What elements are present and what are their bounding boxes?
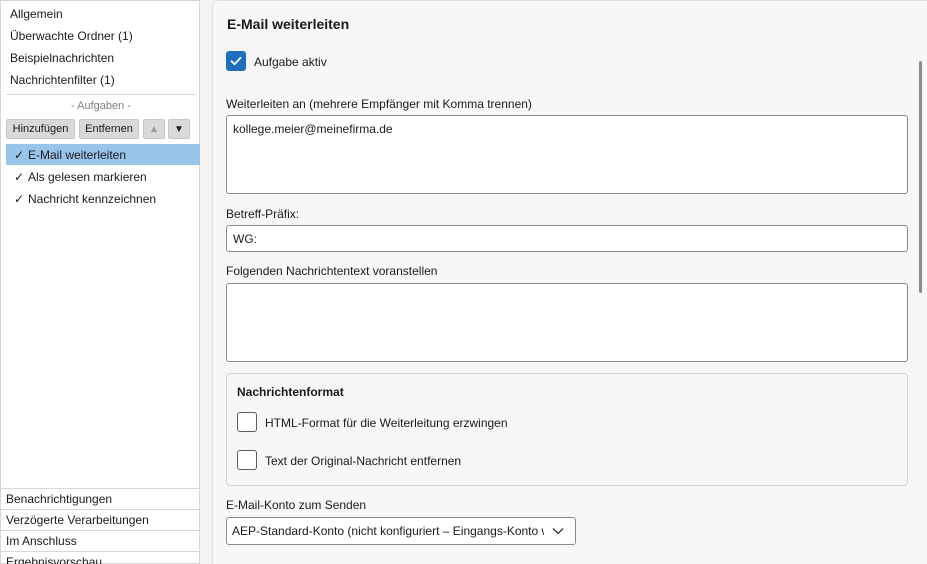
page-title: E-Mail weiterleiten <box>227 16 350 32</box>
task-active-checkbox[interactable] <box>226 51 246 71</box>
sidebar: Allgemein Überwachte Ordner (1) Beispiel… <box>0 0 200 564</box>
add-task-button[interactable]: Hinzufügen <box>6 119 75 139</box>
send-account-label: E-Mail-Konto zum Senden <box>226 498 367 512</box>
nav-item-message-filters[interactable]: Nachrichtenfilter (1) <box>10 73 115 87</box>
nav-item-afterwards[interactable]: Im Anschluss <box>1 530 199 551</box>
checkmark-icon: ✓ <box>14 191 25 206</box>
arrow-up-icon: ▲ <box>149 123 159 135</box>
arrow-down-icon: ▼ <box>174 123 184 135</box>
vertical-scrollbar[interactable] <box>919 61 922 293</box>
section-divider <box>6 94 196 95</box>
task-item-label: Als gelesen markieren <box>28 169 147 184</box>
message-format-group: Nachrichtenformat HTML-Format für die We… <box>226 373 908 486</box>
move-up-button[interactable]: ▲ <box>143 119 165 139</box>
send-account-value: AEP-Standard-Konto (nicht konfiguriert –… <box>232 524 544 538</box>
remove-original-label: Text der Original-Nachricht entfernen <box>265 454 462 468</box>
nav-item-allgemein[interactable]: Allgemein <box>10 7 63 21</box>
forward-to-label: Weiterleiten an (mehrere Empfänger mit K… <box>226 97 532 111</box>
move-down-button[interactable]: ▼ <box>168 119 190 139</box>
prepend-text-label: Folgenden Nachrichtentext voranstellen <box>226 264 438 278</box>
force-html-label: HTML-Format für die Weiterleitung erzwin… <box>265 416 508 430</box>
checkmark-icon: ✓ <box>14 169 25 184</box>
task-item-label: E-Mail weiterleiten <box>28 147 127 162</box>
message-format-title: Nachrichtenformat <box>237 385 344 399</box>
remove-original-checkbox[interactable] <box>237 450 257 470</box>
chevron-down-icon <box>552 528 564 535</box>
tasks-section-label: - Aufgaben - <box>71 100 131 112</box>
remove-task-button[interactable]: Entfernen <box>79 119 139 139</box>
nav-item-sample-messages[interactable]: Beispielnachrichten <box>10 51 114 65</box>
forward-to-field[interactable]: kollege.meier@meinefirma.de <box>226 115 908 194</box>
nav-item-notifications[interactable]: Benachrichtigungen <box>1 488 199 509</box>
prepend-text-field[interactable] <box>226 283 908 362</box>
task-item-mark-read[interactable]: ✓ Als gelesen markieren <box>6 166 200 187</box>
nav-item-result-preview[interactable]: Ergebnisvorschau <box>1 551 199 564</box>
subject-prefix-label: Betreff-Präfix: <box>226 207 300 221</box>
task-item-label: Nachricht kennzeichnen <box>28 191 157 206</box>
task-active-label: Aufgabe aktiv <box>254 55 327 69</box>
checkmark-icon: ✓ <box>14 147 25 162</box>
nav-item-watched-folders[interactable]: Überwachte Ordner (1) <box>10 29 133 43</box>
send-account-select[interactable]: AEP-Standard-Konto (nicht konfiguriert –… <box>226 517 576 545</box>
force-html-checkbox[interactable] <box>237 412 257 432</box>
checkmark-icon <box>230 56 242 66</box>
task-item-flag-message[interactable]: ✓ Nachricht kennzeichnen <box>6 188 200 209</box>
subject-prefix-field[interactable]: WG: <box>226 225 908 252</box>
task-item-forward-email[interactable]: ✓ E-Mail weiterleiten <box>6 144 200 165</box>
task-settings-panel: E-Mail weiterleiten Aufgabe aktiv Weiter… <box>212 0 927 564</box>
nav-item-delayed-processing[interactable]: Verzögerte Verarbeitungen <box>1 509 199 530</box>
